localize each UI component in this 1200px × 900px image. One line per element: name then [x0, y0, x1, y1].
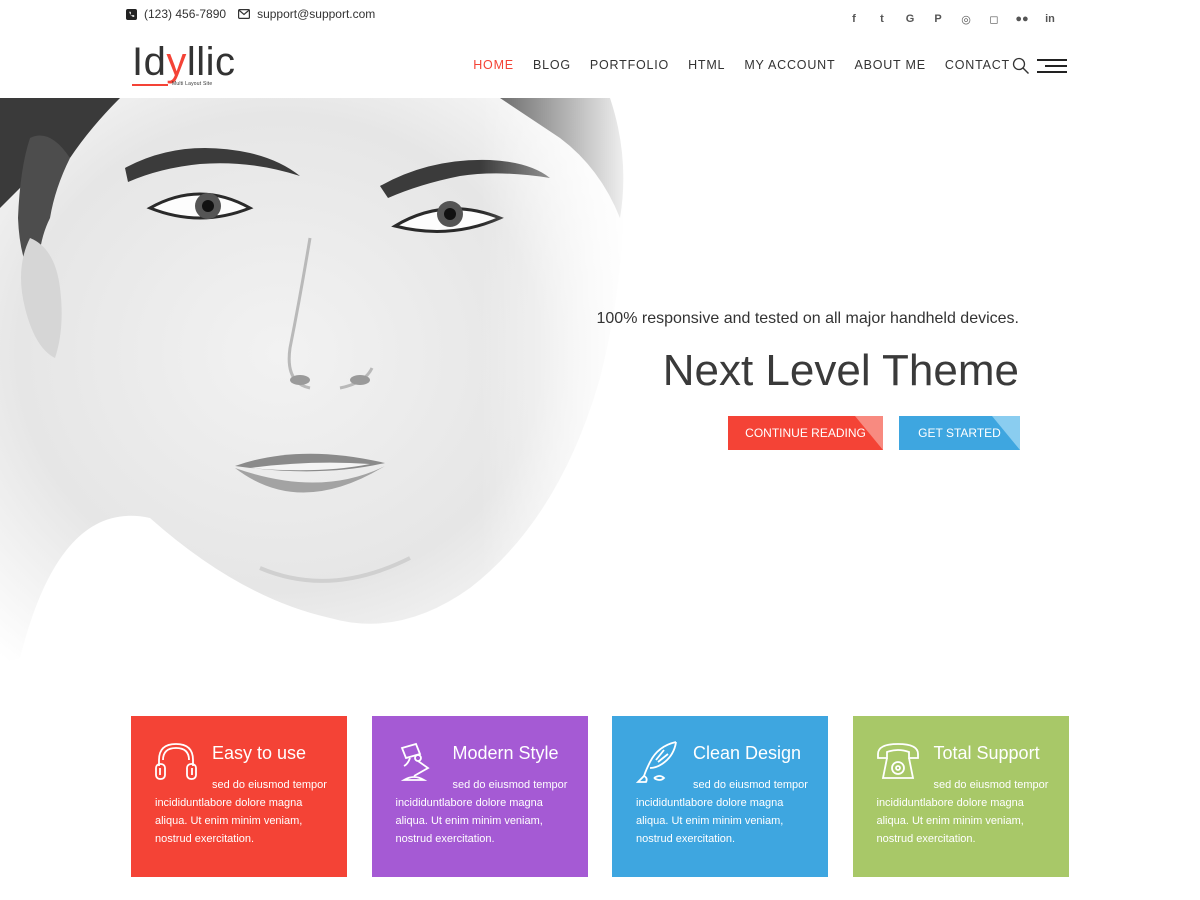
continue-reading-label: CONTINUE READING — [745, 426, 866, 440]
email-address: support@support.com — [257, 7, 376, 21]
feature-title: Modern Style — [452, 743, 559, 763]
nav-item-home[interactable]: HOME — [473, 58, 514, 72]
logo-tagline: Multi Layout Site — [172, 81, 213, 87]
nav-item-my-account[interactable]: MY ACCOUNT — [744, 58, 835, 72]
feature-boxes: Easy to use sed do eiusmod tempor incidid… — [131, 716, 1093, 877]
email-item[interactable]: support@support.com — [238, 7, 375, 21]
feature-title: Easy to use — [212, 743, 307, 763]
hero-title: Next Level Theme — [662, 346, 1019, 395]
nav-item-html[interactable]: HTML — [688, 58, 725, 72]
contact-info: (123) 456-7890 support@support.com — [126, 7, 387, 21]
envelope-icon — [238, 9, 251, 19]
facebook-icon[interactable]: f — [840, 12, 868, 26]
feature-description: sed do eiusmod tempor incididuntlabore d… — [395, 779, 568, 845]
phone-number: (123) 456-7890 — [144, 7, 227, 21]
dribbble-icon[interactable]: ◎ — [952, 12, 980, 26]
feature-box-total-support[interactable]: Total Support sed do eiusmod tempor incid… — [852, 716, 1069, 877]
feature-box-clean-design[interactable]: Clean Design sed do eiusmod tempor incidi… — [612, 716, 828, 877]
hamburger-line — [1045, 65, 1067, 67]
feature-title: Total Support — [933, 743, 1040, 763]
nav-item-portfolio[interactable]: PORTFOLIO — [590, 58, 669, 72]
hero-portrait-image — [0, 98, 640, 664]
feature-box-easy-to-use[interactable]: Easy to use sed do eiusmod tempor incidid… — [131, 716, 347, 877]
hero-subtitle: 100% responsive and tested on all major … — [596, 310, 1020, 327]
feature-description: sed do eiusmod tempor incididuntlabore d… — [155, 779, 327, 845]
get-started-button[interactable]: GET STARTED — [899, 416, 1020, 450]
search-button[interactable] — [1012, 57, 1030, 80]
twitter-icon[interactable]: t — [868, 12, 896, 26]
main-nav: HOME BLOG PORTFOLIO HTML MY ACCOUNT ABOUT ME C… — [454, 58, 1010, 72]
feature-description: sed do eiusmod tempor incididuntlabore d… — [636, 779, 808, 845]
feature-description: sed do eiusmod tempor incididuntlabore d… — [876, 779, 1049, 845]
social-links: f t G P ◎ ◻ ●● in — [840, 12, 1064, 26]
top-bar: (123) 456-7890 support@support.com f t G P ◎… — [0, 0, 1200, 30]
flickr-icon[interactable]: ●● — [1008, 12, 1036, 26]
continue-reading-button[interactable]: CONTINUE READING — [728, 416, 883, 450]
instagram-icon[interactable]: ◻ — [980, 12, 1008, 26]
pinterest-icon[interactable]: P — [924, 12, 952, 26]
hamburger-line — [1037, 71, 1067, 73]
logo-text-b: llic — [186, 40, 236, 84]
hamburger-line — [1037, 59, 1067, 61]
logo-text-a: Id — [132, 40, 167, 84]
hamburger-menu-button[interactable] — [1037, 59, 1067, 75]
nav-item-about-me[interactable]: ABOUT ME — [854, 58, 925, 72]
hero-banner: 100% responsive and tested on all major … — [0, 98, 1200, 664]
linkedin-icon[interactable]: in — [1036, 12, 1064, 26]
site-header: Idyllic Multi Layout Site HOME BLOG PORTFO… — [0, 30, 1200, 98]
search-icon — [1012, 57, 1029, 74]
feature-box-modern-style[interactable]: Modern Style sed do eiusmod tempor incidi… — [371, 716, 588, 877]
logo-text-y: y — [166, 40, 187, 84]
phone-icon — [126, 8, 137, 20]
feature-title: Clean Design — [693, 743, 802, 763]
nav-item-blog[interactable]: BLOG — [533, 58, 571, 72]
logo-underline — [132, 84, 168, 86]
google-plus-icon[interactable]: G — [896, 12, 924, 26]
nav-item-contact[interactable]: CONTACT — [945, 58, 1010, 72]
site-logo[interactable]: Idyllic Multi Layout Site — [132, 42, 252, 88]
phone-item[interactable]: (123) 456-7890 — [126, 7, 226, 21]
get-started-label: GET STARTED — [918, 426, 1001, 440]
